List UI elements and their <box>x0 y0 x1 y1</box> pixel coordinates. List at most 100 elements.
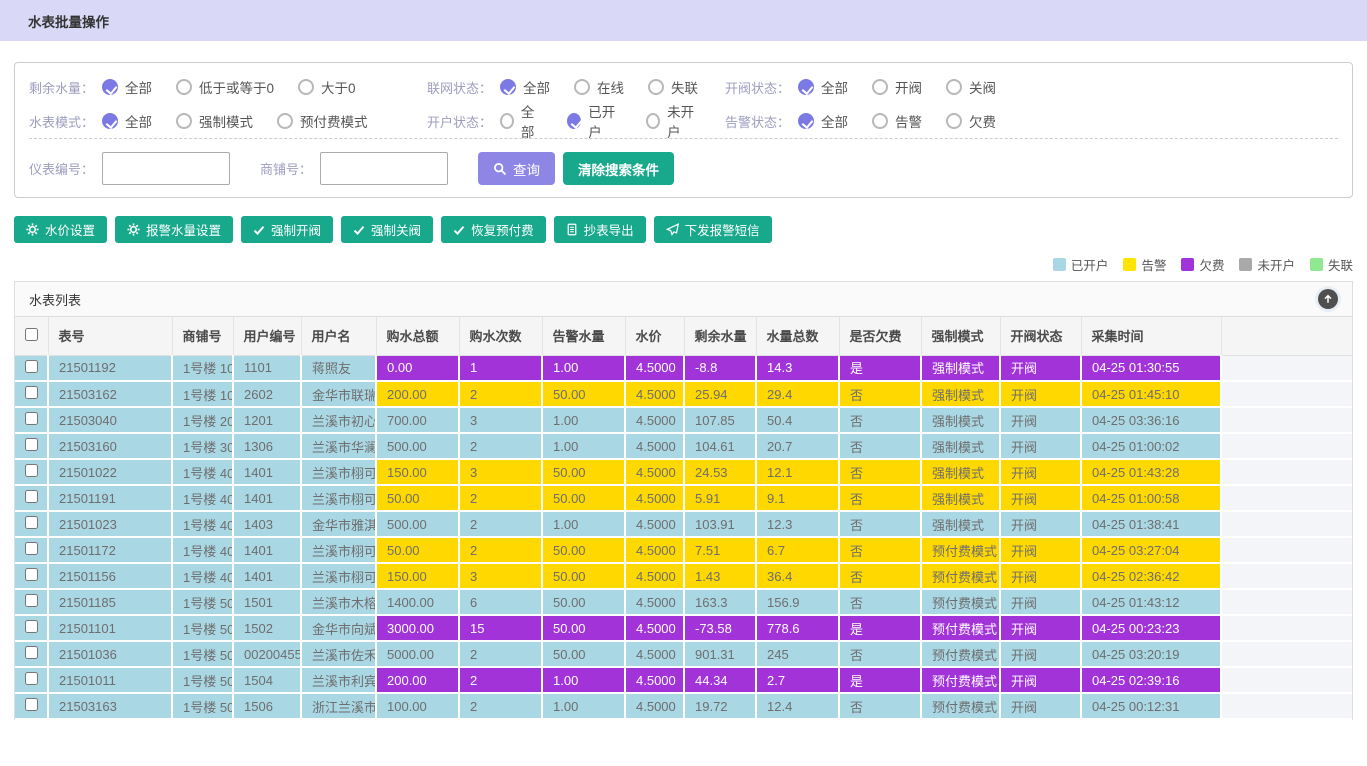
table-cell: 开阀 <box>1000 615 1081 641</box>
radio-unchecked-icon[interactable] <box>648 79 664 95</box>
table-cell: 否 <box>839 459 921 485</box>
column-header: 是否欠费 <box>839 317 921 355</box>
row-checkbox[interactable] <box>25 672 38 685</box>
抄表导出-button[interactable]: 抄表导出 <box>554 216 646 243</box>
table-row: 215031601号楼 3061306兰溪市华澜工500.0021.004.50… <box>15 433 1352 459</box>
下发报警短信-button[interactable]: 下发报警短信 <box>654 216 772 243</box>
row-checkbox[interactable] <box>25 490 38 503</box>
table-cell: 04-25 01:00:58 <box>1081 485 1221 511</box>
table-cell: 2 <box>459 693 542 719</box>
row-checkbox[interactable] <box>25 386 38 399</box>
table-cell: 29.4 <box>756 381 839 407</box>
table-row: 215011911号楼 4021401兰溪市栩可铝50.00250.004.50… <box>15 485 1352 511</box>
column-header-filler <box>1221 317 1352 355</box>
水价设置-button[interactable]: 水价设置 <box>14 216 107 243</box>
radio-option[interactable]: 失联 <box>648 77 698 97</box>
radio-unchecked-icon[interactable] <box>176 113 192 129</box>
radio-option[interactable]: 未开户 <box>646 101 701 141</box>
radio-option[interactable]: 已开户 <box>567 101 622 141</box>
row-checkbox[interactable] <box>25 516 38 529</box>
scroll-top-icon[interactable] <box>1318 289 1338 309</box>
table-cell: 12.1 <box>756 459 839 485</box>
row-checkbox[interactable] <box>25 568 38 581</box>
table-cell: 19.72 <box>684 693 756 719</box>
radio-checked-icon[interactable] <box>798 79 814 95</box>
check-icon <box>453 224 465 236</box>
radio-unchecked-icon[interactable] <box>946 79 962 95</box>
query-button[interactable]: 查询 <box>478 152 555 185</box>
radio-option[interactable]: 全部 <box>102 111 152 131</box>
radio-checked-icon[interactable] <box>567 113 581 129</box>
row-checkbox[interactable] <box>25 698 38 711</box>
legend-label: 欠费 <box>1199 255 1224 274</box>
table-cell: 04-25 03:36:16 <box>1081 407 1221 433</box>
table-cell-filler <box>1221 433 1352 459</box>
meter-no-input[interactable] <box>102 152 230 185</box>
table-cell: 开阀 <box>1000 511 1081 537</box>
radio-option[interactable]: 开阀 <box>872 77 922 97</box>
table-cell: 2 <box>459 511 542 537</box>
radio-option[interactable]: 全部 <box>500 77 550 97</box>
强制开阀-button[interactable]: 强制开阀 <box>241 216 333 243</box>
radio-unchecked-icon[interactable] <box>277 113 293 129</box>
radio-unchecked-icon[interactable] <box>646 113 660 129</box>
table-cell: 2 <box>459 381 542 407</box>
table-cell: 3 <box>459 407 542 433</box>
table-cell: 3000.00 <box>376 615 459 641</box>
radio-option-label: 在线 <box>597 77 624 97</box>
radio-option[interactable]: 强制模式 <box>176 111 253 131</box>
radio-option[interactable]: 预付费模式 <box>277 111 368 131</box>
row-checkbox[interactable] <box>25 594 38 607</box>
radio-unchecked-icon[interactable] <box>946 113 962 129</box>
row-checkbox[interactable] <box>25 542 38 555</box>
radio-unchecked-icon[interactable] <box>500 113 514 129</box>
table-cell: 4.5000 <box>625 459 684 485</box>
column-header: 购水总额 <box>376 317 459 355</box>
table-cell: 1306 <box>233 433 301 459</box>
radio-option[interactable]: 全部 <box>798 111 848 131</box>
row-checkbox[interactable] <box>25 620 38 633</box>
radio-option[interactable]: 告警 <box>872 111 922 131</box>
radio-unchecked-icon[interactable] <box>574 79 590 95</box>
column-header: 购水次数 <box>459 317 542 355</box>
shop-no-input[interactable] <box>320 152 448 185</box>
恢复预付费-button[interactable]: 恢复预付费 <box>441 216 546 243</box>
row-checkbox[interactable] <box>25 438 38 451</box>
row-checkbox[interactable] <box>25 360 38 373</box>
table-cell: 5.91 <box>684 485 756 511</box>
table-cell: 21503162 <box>48 381 172 407</box>
radio-option[interactable]: 大于0 <box>298 77 356 97</box>
table-cell: 1号楼 201 <box>172 407 233 433</box>
column-header: 表号 <box>48 317 172 355</box>
table-cell: 200.00 <box>376 381 459 407</box>
强制关阀-button[interactable]: 强制关阀 <box>341 216 433 243</box>
radio-option[interactable]: 全部 <box>500 101 543 141</box>
radio-unchecked-icon[interactable] <box>872 79 888 95</box>
radio-option[interactable]: 在线 <box>574 77 624 97</box>
radio-option[interactable]: 关阀 <box>946 77 996 97</box>
radio-checked-icon[interactable] <box>102 79 118 95</box>
table-cell: 2 <box>459 641 542 667</box>
radio-option[interactable]: 全部 <box>102 77 152 97</box>
select-all-checkbox[interactable] <box>25 328 38 341</box>
row-checkbox[interactable] <box>25 646 38 659</box>
radio-option[interactable]: 全部 <box>798 77 848 97</box>
radio-unchecked-icon[interactable] <box>872 113 888 129</box>
row-checkbox[interactable] <box>25 412 38 425</box>
radio-checked-icon[interactable] <box>798 113 814 129</box>
gear-icon <box>26 223 39 236</box>
table-cell: 901.31 <box>684 641 756 667</box>
radio-unchecked-icon[interactable] <box>176 79 192 95</box>
radio-checked-icon[interactable] <box>102 113 118 129</box>
报警水量设置-button[interactable]: 报警水量设置 <box>115 216 233 243</box>
radio-checked-icon[interactable] <box>500 79 516 95</box>
row-checkbox[interactable] <box>25 464 38 477</box>
radio-option[interactable]: 欠费 <box>946 111 996 131</box>
table-cell: 150.00 <box>376 563 459 589</box>
radio-option[interactable]: 低于或等于0 <box>176 77 274 97</box>
radio-unchecked-icon[interactable] <box>298 79 314 95</box>
column-header: 用户编号 <box>233 317 301 355</box>
clear-search-button[interactable]: 清除搜索条件 <box>563 152 674 185</box>
table-cell-filler <box>1221 407 1352 433</box>
table-cell: 04-25 03:20:19 <box>1081 641 1221 667</box>
